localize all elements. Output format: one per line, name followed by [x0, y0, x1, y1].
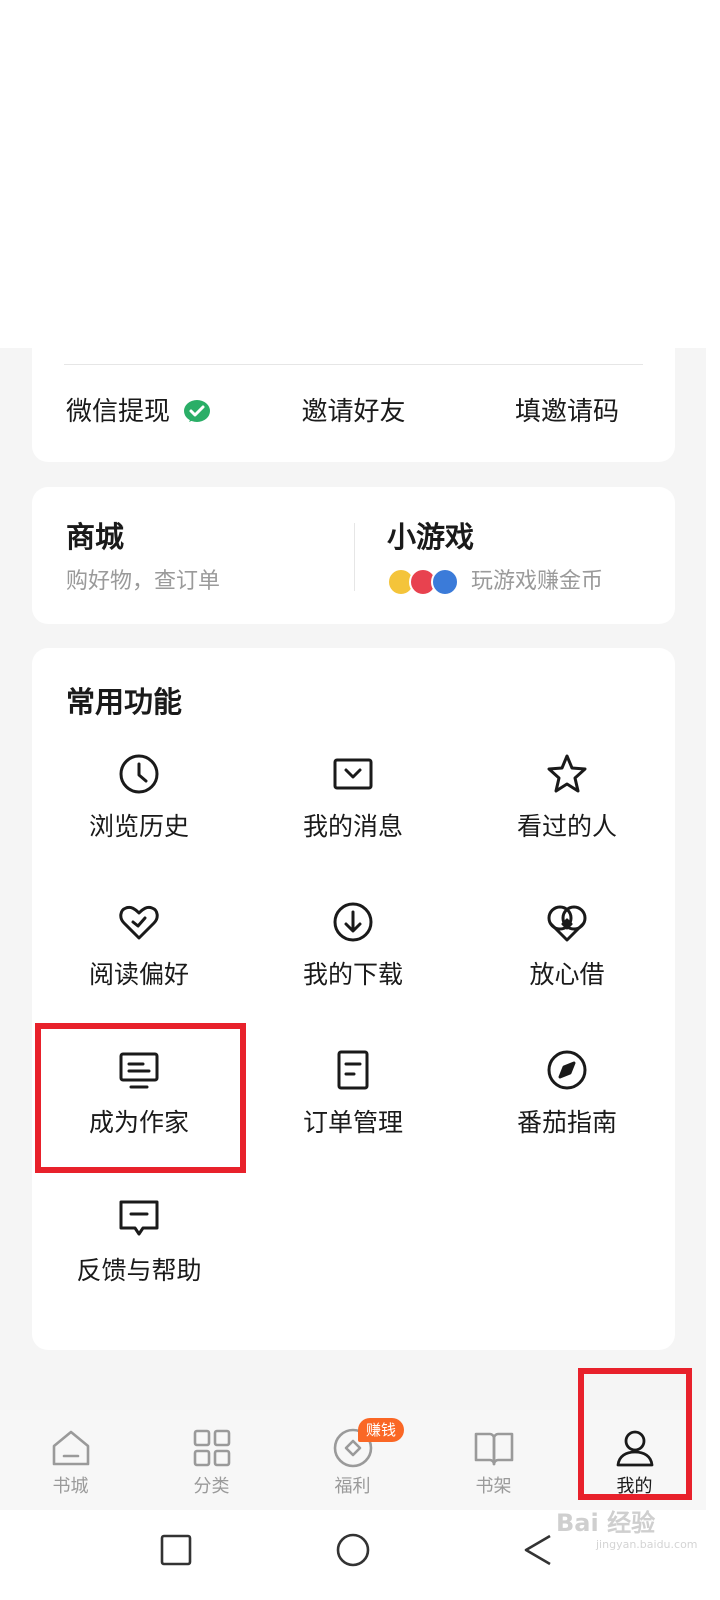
loan-icon: [547, 905, 587, 942]
reading-preference-button[interactable]: 阅读偏好: [32, 900, 246, 1020]
my-messages-button[interactable]: 我的消息: [246, 752, 460, 872]
nav-bookshelf[interactable]: 书架: [423, 1410, 564, 1510]
withdraw-card: 微信提现 邀请好友 填邀请码: [32, 348, 675, 462]
enter-invite-code-label: 填邀请码: [514, 397, 619, 427]
compass-icon: [547, 1050, 587, 1090]
games-subtitle-row: 玩游戏赚金币: [387, 567, 603, 597]
highlight-box: [35, 1023, 246, 1173]
divider: [64, 364, 643, 365]
game-avatar-icon: [431, 568, 459, 596]
invite-friends-label: 邀请好友: [301, 397, 406, 427]
nav-bookstore[interactable]: 书城: [0, 1410, 141, 1510]
feedback-icon: [119, 1200, 159, 1236]
safe-loan-button[interactable]: 放心借: [460, 900, 674, 1020]
browse-history-button[interactable]: 浏览历史: [32, 752, 246, 872]
book-icon: [474, 1432, 513, 1466]
order-icon: [337, 1050, 369, 1090]
tomato-guide-label: 番茄指南: [516, 1108, 617, 1137]
my-messages-label: 我的消息: [302, 812, 403, 841]
nav-welfare[interactable]: 赚钱 福利: [282, 1410, 423, 1510]
watermark-url: jingyan.baidu.com: [596, 1538, 698, 1551]
visitors-button[interactable]: 看过的人: [460, 752, 674, 872]
divider: [354, 523, 355, 591]
tomato-guide-button[interactable]: 番茄指南: [460, 1048, 674, 1168]
home-icon: [52, 1430, 89, 1466]
home-button-icon[interactable]: [331, 1528, 375, 1572]
earn-money-badge: 赚钱: [358, 1418, 405, 1442]
safe-loan-label: 放心借: [529, 960, 605, 989]
feedback-help-button[interactable]: 反馈与帮助: [32, 1196, 246, 1316]
nav-welfare-label: 福利: [334, 1476, 371, 1497]
top-blank-area: [0, 0, 720, 348]
watermark-logo: Bai 经验: [556, 1509, 656, 1537]
enter-invite-code-button[interactable]: 填邀请码: [515, 394, 619, 430]
nav-bookshelf-label: 书架: [475, 1476, 512, 1497]
grid-icon: [193, 1429, 230, 1467]
game-avatars: [387, 568, 459, 596]
visitors-label: 看过的人: [516, 812, 617, 841]
clock-icon: [119, 754, 159, 794]
common-functions-card: 常用功能 浏览历史 我的消息 看过的人 阅读偏好 我的下载 放心借 成为作家 订…: [32, 648, 675, 1350]
order-management-label: 订单管理: [302, 1108, 403, 1137]
reading-preference-label: 阅读偏好: [88, 960, 189, 989]
right-strip: [706, 348, 720, 1600]
heart-icon: [119, 905, 159, 940]
mall-games-card: 商城 购好物，查订单 小游戏 玩游戏赚金币: [32, 487, 675, 624]
games-title: 小游戏: [387, 520, 475, 554]
mall-title: 商城: [66, 520, 125, 554]
nav-bookstore-label: 书城: [52, 1476, 89, 1497]
star-icon: [547, 754, 587, 793]
nav-category-label: 分类: [193, 1476, 230, 1497]
nav-category[interactable]: 分类: [141, 1410, 282, 1510]
message-icon: [333, 758, 373, 790]
order-management-button[interactable]: 订单管理: [246, 1048, 460, 1168]
mall-subtitle: 购好物，查订单: [66, 569, 221, 594]
recent-apps-icon[interactable]: [154, 1528, 198, 1572]
my-downloads-button[interactable]: 我的下载: [246, 900, 460, 1020]
feedback-help-label: 反馈与帮助: [76, 1256, 202, 1285]
my-downloads-label: 我的下载: [302, 960, 403, 989]
games-subtitle: 玩游戏赚金币: [471, 569, 604, 594]
highlight-box: [578, 1368, 692, 1500]
back-icon[interactable]: [516, 1528, 560, 1572]
section-title: 常用功能: [66, 685, 183, 719]
browse-history-label: 浏览历史: [88, 812, 189, 841]
download-icon: [333, 902, 373, 942]
